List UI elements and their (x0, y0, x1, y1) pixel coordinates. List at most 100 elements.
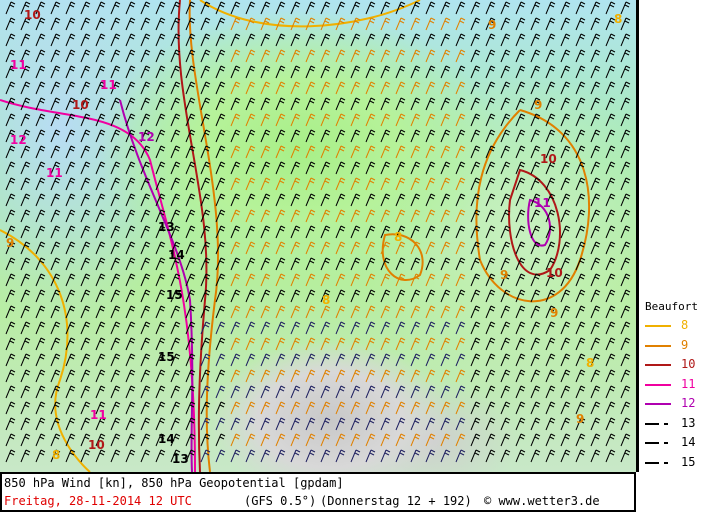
wind-barb (110, 161, 121, 175)
wind-barb (155, 81, 166, 95)
wind-barb (305, 417, 316, 431)
wind-barb (485, 193, 496, 207)
wind-barb (215, 433, 226, 447)
wind-barb (305, 337, 316, 351)
wind-barb (50, 337, 61, 351)
wind-barb (185, 177, 196, 191)
wind-barb (230, 449, 241, 463)
wind-barb (485, 257, 496, 271)
wind-barb (425, 321, 436, 335)
wind-barb (470, 433, 481, 447)
wind-barb (530, 401, 541, 415)
wind-barb (305, 273, 316, 287)
wind-barb (485, 289, 496, 303)
wind-barb (365, 337, 376, 351)
wind-barb (95, 97, 106, 111)
wind-barb (365, 193, 376, 207)
wind-barb (425, 209, 436, 223)
wind-barb (560, 449, 571, 463)
wind-barb (275, 225, 286, 239)
wind-barb (230, 81, 241, 95)
wind-barb (140, 385, 151, 399)
wind-barb (245, 193, 256, 207)
wind-barb (50, 145, 61, 159)
wind-barb (260, 1, 271, 15)
wind-barb (410, 449, 421, 463)
wind-barb (305, 113, 316, 127)
wind-barb (425, 401, 436, 415)
wind-barb (215, 177, 226, 191)
wind-barb (140, 305, 151, 319)
wind-barb (500, 337, 511, 351)
contour-label: 13 (172, 452, 189, 466)
wind-barb (395, 33, 406, 47)
wind-barb (530, 385, 541, 399)
contour-label: 10 (88, 438, 105, 452)
wind-barb (185, 193, 196, 207)
wind-barb (245, 241, 256, 255)
wind-barb (590, 321, 601, 335)
wind-barb (290, 433, 301, 447)
wind-barb (140, 193, 151, 207)
wind-barb (125, 81, 136, 95)
wind-barb (395, 433, 406, 447)
wind-barb (230, 161, 241, 175)
contour-label: 11 (46, 166, 63, 180)
wind-barb (170, 129, 181, 143)
wind-barb (575, 449, 586, 463)
wind-barb (545, 369, 556, 383)
wind-barb (305, 193, 316, 207)
wind-barb (620, 433, 631, 447)
wind-barb (440, 353, 451, 367)
wind-barb (95, 209, 106, 223)
wind-barb (620, 209, 631, 223)
wind-barb (455, 321, 466, 335)
wind-barb (575, 225, 586, 239)
credit: © www.wetter3.de (484, 494, 600, 508)
wind-barb (605, 321, 616, 335)
wind-barb (110, 417, 121, 431)
wind-barb (605, 97, 616, 111)
wind-barb (110, 113, 121, 127)
wind-barb (620, 145, 631, 159)
wind-barb (605, 129, 616, 143)
wind-barb (305, 1, 316, 15)
wind-barb (575, 97, 586, 111)
wind-barb (170, 401, 181, 415)
wind-barb (440, 241, 451, 255)
wind-barb (530, 369, 541, 383)
wind-barb (410, 401, 421, 415)
wind-barb (290, 193, 301, 207)
wind-barb (110, 65, 121, 79)
wind-barb (290, 225, 301, 239)
wind-barb (200, 33, 211, 47)
wind-barb (170, 97, 181, 111)
wind-barb (440, 209, 451, 223)
wind-barb (200, 81, 211, 95)
wind-barb (605, 305, 616, 319)
wind-barb (440, 369, 451, 383)
wind-barb (305, 433, 316, 447)
wind-barb (245, 273, 256, 287)
wind-barb (125, 97, 136, 111)
wind-barb (125, 33, 136, 47)
wind-barb (95, 337, 106, 351)
wind-barb (440, 225, 451, 239)
wind-barb (275, 401, 286, 415)
wind-barb (230, 1, 241, 15)
wind-barb (230, 257, 241, 271)
wind-barb (335, 369, 346, 383)
wind-barb (155, 273, 166, 287)
wind-barb (260, 433, 271, 447)
wind-barb (170, 337, 181, 351)
wind-barb (440, 417, 451, 431)
wind-barb (20, 321, 31, 335)
wind-barb (170, 369, 181, 383)
wind-barb (35, 33, 46, 47)
wind-barb (155, 65, 166, 79)
wind-barb (590, 257, 601, 271)
legend-value: 13 (681, 415, 696, 430)
wind-barb (200, 97, 211, 111)
wind-barb (485, 401, 496, 415)
wind-barb (95, 17, 106, 31)
